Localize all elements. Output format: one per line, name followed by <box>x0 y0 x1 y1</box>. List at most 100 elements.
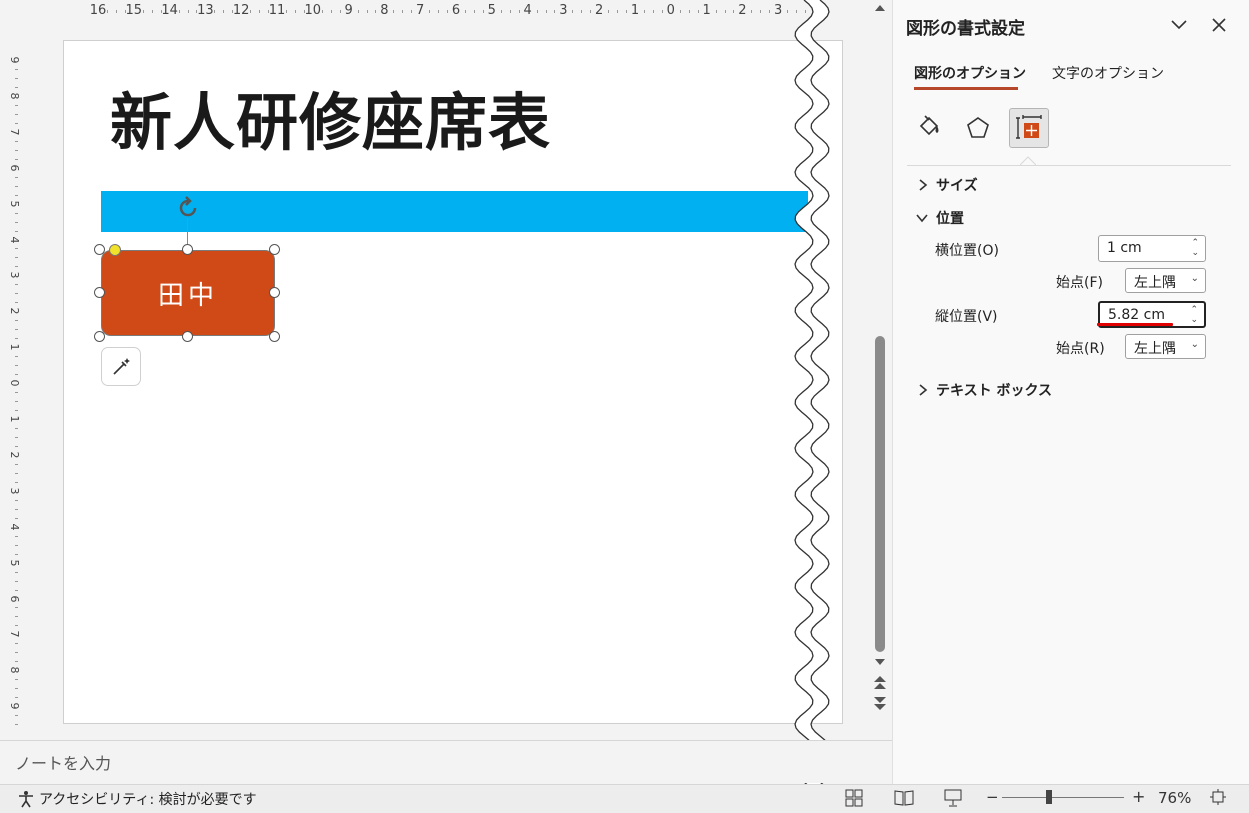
ruler-h-label: 0 <box>666 3 675 18</box>
ruler-tick <box>536 10 538 13</box>
resize-handle-bottom[interactable] <box>182 331 193 342</box>
ruler-tick <box>15 589 18 591</box>
designer-button[interactable] <box>101 347 141 386</box>
ruler-tick <box>15 607 18 609</box>
fit-to-window-icon[interactable] <box>1209 788 1227 806</box>
ruler-tick <box>15 86 18 88</box>
ruler-tick <box>15 284 18 286</box>
zoom-in-button[interactable]: + <box>1132 787 1145 806</box>
notes-pane[interactable] <box>0 740 892 783</box>
vertical-origin-label: 始点(R) <box>1056 341 1105 357</box>
vertical-origin-dropdown[interactable]: 左上隅 ⌄ <box>1125 334 1206 359</box>
ruler-h-label: 13 <box>197 3 214 18</box>
ruler-tick <box>626 10 628 13</box>
resize-handle-top[interactable] <box>182 244 193 255</box>
ruler-tick <box>15 266 18 268</box>
section-size[interactable]: サイズ <box>918 175 978 195</box>
tab-text-options[interactable]: 文字のオプション <box>1052 63 1164 83</box>
chevron-right-icon <box>919 179 928 191</box>
ruler-tick <box>15 652 18 654</box>
tab-shape-options[interactable]: 図形のオプション <box>914 63 1026 83</box>
section-position[interactable]: 位置 <box>916 208 964 228</box>
accessibility-text: アクセシビリティ: 検討が必要です <box>39 792 257 808</box>
horizontal-origin-dropdown[interactable]: 左上隅 ⌄ <box>1125 268 1206 293</box>
resize-handle-bottom-right[interactable] <box>269 331 280 342</box>
ruler-tick <box>15 463 18 465</box>
ruler-tick <box>518 10 520 13</box>
close-icon[interactable] <box>1211 17 1227 33</box>
chevron-down-icon: ⌄ <box>1190 273 1199 284</box>
normal-view-icon[interactable] <box>845 789 863 807</box>
ruler-tick <box>572 10 574 13</box>
ruler-tick <box>447 10 449 13</box>
ruler-tick <box>15 77 18 79</box>
ruler-tick <box>15 338 18 340</box>
adjustment-handle[interactable] <box>109 244 121 256</box>
ruler-tick <box>643 10 645 13</box>
ruler-v-label: 6 <box>8 595 21 602</box>
ruler-h-label: 2 <box>595 3 604 18</box>
ruler-tick <box>15 392 18 394</box>
scroll-thumb[interactable] <box>875 336 885 652</box>
resize-handle-bottom-left[interactable] <box>94 331 105 342</box>
ruler-tick <box>411 10 413 13</box>
ruler-h-label: 4 <box>523 3 532 18</box>
zoom-out-button[interactable]: − <box>986 788 999 806</box>
resize-handle-top-left[interactable] <box>94 244 105 255</box>
notes-placeholder[interactable]: ノートを入力 <box>15 750 111 774</box>
selected-pointer <box>1020 156 1036 165</box>
ruler-v-label: 5 <box>8 559 21 567</box>
ruler-v-label: 2 <box>8 451 21 459</box>
selected-shape[interactable]: 田中 <box>101 250 275 336</box>
ruler-tick <box>15 248 18 250</box>
rotate-handle-icon[interactable] <box>175 195 201 221</box>
ruler-tick <box>429 10 431 13</box>
ruler-tick <box>15 535 18 537</box>
section-textbox[interactable]: テキスト ボックス <box>918 380 1052 400</box>
accessibility-status[interactable]: アクセシビリティ: 検討が必要です <box>17 789 257 809</box>
ruler-tick <box>15 221 18 223</box>
zoom-slider-thumb[interactable] <box>1046 790 1052 804</box>
previous-slide-icon[interactable] <box>873 674 887 690</box>
slideshow-icon[interactable] <box>944 788 962 808</box>
effects-button[interactable] <box>958 108 998 148</box>
scroll-up-icon[interactable] <box>874 3 886 13</box>
ruler-tick <box>15 401 18 403</box>
ruler-tick <box>214 10 216 13</box>
horizontal-position-input[interactable]: 1 cm ⌃ ⌄ <box>1098 235 1206 262</box>
red-annotation-underline <box>1097 323 1173 326</box>
zoom-slider-track[interactable] <box>1002 797 1124 798</box>
ruler-tick <box>15 68 18 70</box>
reading-view-icon[interactable] <box>894 789 914 807</box>
ruler-v-label: 3 <box>8 271 21 279</box>
ruler-h-label: 15 <box>125 3 143 18</box>
ruler-tick <box>106 10 108 13</box>
spinner-arrows-icon[interactable]: ⌃ ⌄ <box>1190 305 1198 325</box>
ruler-tick <box>15 553 18 555</box>
section-size-label: サイズ <box>936 178 978 194</box>
slide-title[interactable]: 新人研修座席表 <box>110 72 551 162</box>
resize-handle-right[interactable] <box>269 287 280 298</box>
spinner-arrows-icon[interactable]: ⌃ ⌄ <box>1191 238 1199 258</box>
resize-handle-left[interactable] <box>94 287 105 298</box>
pane-title: 図形の書式設定 <box>906 19 1025 39</box>
ruler-v-label: 8 <box>8 92 21 100</box>
size-position-button[interactable] <box>1009 108 1049 148</box>
scroll-down-icon[interactable] <box>874 657 886 667</box>
fill-line-button[interactable] <box>909 108 949 148</box>
ruler-tick <box>15 176 18 178</box>
ruler-v-label: 1 <box>8 415 21 423</box>
zoom-level[interactable]: 76% <box>1158 789 1191 807</box>
next-slide-icon[interactable] <box>873 695 887 711</box>
horizontal-origin-label: 始点(F) <box>1056 275 1103 291</box>
resize-handle-top-right[interactable] <box>269 244 280 255</box>
ruler-tick <box>15 329 18 331</box>
size-position-icon <box>1016 115 1042 139</box>
ruler-tick <box>15 427 18 429</box>
ruler-tick <box>15 544 18 546</box>
ruler-h-label: 16 <box>89 3 107 18</box>
pane-options-chevron-icon[interactable] <box>1170 18 1188 32</box>
blue-band-shape[interactable] <box>101 191 808 232</box>
ruler-tick <box>294 10 296 13</box>
ruler-tick <box>15 571 18 573</box>
